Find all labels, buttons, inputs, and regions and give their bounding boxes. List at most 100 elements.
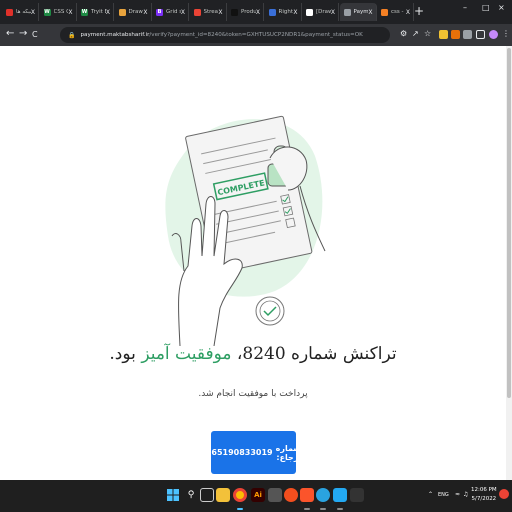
tab-favicon-icon — [6, 8, 13, 16]
running-app-indicator — [337, 508, 343, 510]
tab-favicon-icon — [343, 8, 351, 16]
close-window-button[interactable]: × — [498, 3, 505, 12]
tab-title: CSS G — [53, 9, 69, 15]
telegram-icon[interactable] — [316, 488, 330, 502]
tab-favicon-icon: W — [81, 8, 88, 16]
url-path: /verify?payment_id=8240&token=GXHTUSUCP2… — [149, 32, 363, 38]
new-tab-button[interactable]: + — [414, 4, 424, 18]
transaction-headline: تراکنش شماره 8240، موفقیت آمیز بود. — [0, 344, 506, 364]
running-app-indicator — [320, 508, 326, 510]
tab-title: Rightr — [278, 9, 294, 15]
reference-number: 165190833019 — [205, 448, 273, 457]
windows-taskbar: ⚲ Ai ⌃ ENG ≈ ♫ 12:06 PM 5/7/2022 — [0, 480, 512, 512]
volume-icon[interactable]: ♫ — [463, 491, 468, 498]
browser-tab[interactable]: RightrX — [265, 3, 302, 21]
tab-title: Strean — [203, 9, 219, 15]
inkscape-icon[interactable] — [350, 488, 364, 502]
tab-favicon-icon — [268, 8, 276, 16]
windows-start-icon[interactable] — [166, 488, 180, 502]
bookmark-star-icon[interactable]: ☆ — [424, 29, 431, 39]
clock-date: 5/7/2022 — [471, 496, 497, 502]
side-panel-icon[interactable] — [476, 30, 485, 39]
wifi-icon[interactable]: ≈ — [455, 491, 460, 498]
tab-title: Draw — [128, 9, 143, 15]
tab-close-icon[interactable]: X — [331, 9, 335, 16]
tab-favicon-icon: W — [43, 8, 51, 16]
browser-tab[interactable]: Paym X — [339, 3, 377, 21]
notification-badge[interactable] — [499, 489, 509, 499]
profile-avatar[interactable] — [489, 30, 498, 39]
browser-tab[interactable]: [Draw X — [302, 3, 339, 21]
clock-time: 12:06 PM — [471, 487, 497, 493]
extension-icon[interactable] — [451, 30, 460, 39]
browser-tab[interactable]: B Grid sX — [152, 3, 189, 21]
browser-tab-strip: شبکه هاXWCSS GXWTryit EXDrawXBGrid sXStr… — [0, 0, 512, 24]
translate-icon[interactable]: ⚙ — [400, 29, 407, 39]
reference-label: شماره ارجاع: — [275, 443, 302, 462]
tab-close-icon[interactable]: X — [68, 9, 72, 16]
tab-close-icon[interactable]: X — [143, 9, 147, 16]
illustrator-icon[interactable]: Ai — [251, 488, 265, 502]
back-button[interactable]: ← — [6, 28, 14, 40]
tab-title: css - — [391, 9, 404, 15]
tab-close-icon[interactable]: X — [293, 9, 297, 16]
browser-toolbar: ← → C 🔒 payment.maktabsharif.ir /verify?… — [0, 24, 512, 46]
browser-tab[interactable]: WCSS GX — [40, 3, 77, 21]
tab-close-icon[interactable]: X — [181, 9, 185, 16]
tab-favicon-icon — [193, 8, 201, 16]
tab-title: Tryit E — [91, 9, 106, 15]
headline-suffix: بود. — [109, 344, 142, 364]
headline-prefix: تراکنش شماره 8240، — [231, 344, 397, 364]
browser-tab[interactable]: StreanX — [190, 3, 227, 21]
tab-close-icon[interactable]: X — [218, 9, 222, 16]
minimize-button[interactable]: – — [463, 3, 467, 12]
figma-icon[interactable] — [284, 488, 298, 502]
headline-success-word: موفقیت آمیز — [141, 344, 232, 364]
tray-overflow-chevron-icon[interactable]: ⌃ — [428, 491, 433, 498]
media-app-icon[interactable] — [268, 488, 282, 502]
tab-close-icon[interactable]: X — [106, 9, 110, 16]
payment-result-page: COMPLETE تراکنش شماره 8240، موفقیت آمیز … — [0, 46, 506, 480]
browser-tab[interactable]: WTryit EX — [77, 3, 114, 21]
scrollbar-thumb[interactable] — [507, 48, 511, 398]
check-badge-icon — [255, 296, 285, 326]
tab-title: Paym — [353, 9, 369, 15]
tab-close-icon[interactable]: X — [31, 9, 35, 16]
maximize-button[interactable]: □ — [482, 3, 490, 12]
tab-favicon-icon: B — [156, 8, 163, 16]
tab-close-icon[interactable]: X — [368, 9, 372, 16]
search-icon[interactable]: ⚲ — [184, 488, 198, 502]
system-clock[interactable]: 12:06 PM 5/7/2022 — [471, 486, 497, 504]
tab-close-icon[interactable]: X — [406, 9, 410, 16]
browser-tab[interactable]: Produ X — [227, 3, 264, 21]
menu-kebab-icon[interactable]: ⋮ — [502, 29, 510, 39]
reference-number-button[interactable]: شماره ارجاع: 165190833019 — [206, 431, 301, 474]
running-app-indicator — [304, 508, 310, 510]
url-host: payment.maktabsharif.ir — [80, 32, 150, 38]
tab-title: Produ — [241, 9, 256, 15]
tab-favicon-icon — [306, 8, 313, 16]
reload-button[interactable]: C — [32, 29, 38, 41]
tab-favicon-icon — [381, 8, 388, 16]
payment-complete-illustration: COMPLETE — [165, 115, 326, 346]
task-view-icon[interactable] — [200, 488, 214, 502]
active-app-indicator — [237, 508, 243, 510]
language-indicator[interactable]: ENG — [438, 492, 449, 498]
share-icon[interactable]: ↗ — [412, 29, 419, 39]
chrome-icon[interactable] — [233, 488, 247, 502]
browser-tab[interactable]: Draw X — [115, 3, 152, 21]
tab-close-icon[interactable]: X — [256, 9, 260, 16]
browser-tab[interactable]: شبکه هاX — [2, 3, 39, 21]
tab-title: Grid s — [166, 9, 181, 15]
address-bar[interactable]: 🔒 payment.maktabsharif.ir /verify?paymen… — [60, 27, 390, 43]
vscode-icon[interactable] — [333, 488, 347, 502]
extension-icon[interactable] — [439, 30, 448, 39]
extensions-puzzle-icon[interactable] — [463, 30, 472, 39]
browser-tab[interactable]: css -X — [377, 3, 414, 21]
brave-icon[interactable] — [300, 488, 314, 502]
tab-favicon-icon — [231, 8, 238, 16]
file-explorer-icon[interactable] — [216, 488, 230, 502]
tab-title: [Draw — [316, 9, 331, 15]
forward-button[interactable]: → — [19, 28, 27, 40]
tab-favicon-icon — [118, 8, 126, 16]
